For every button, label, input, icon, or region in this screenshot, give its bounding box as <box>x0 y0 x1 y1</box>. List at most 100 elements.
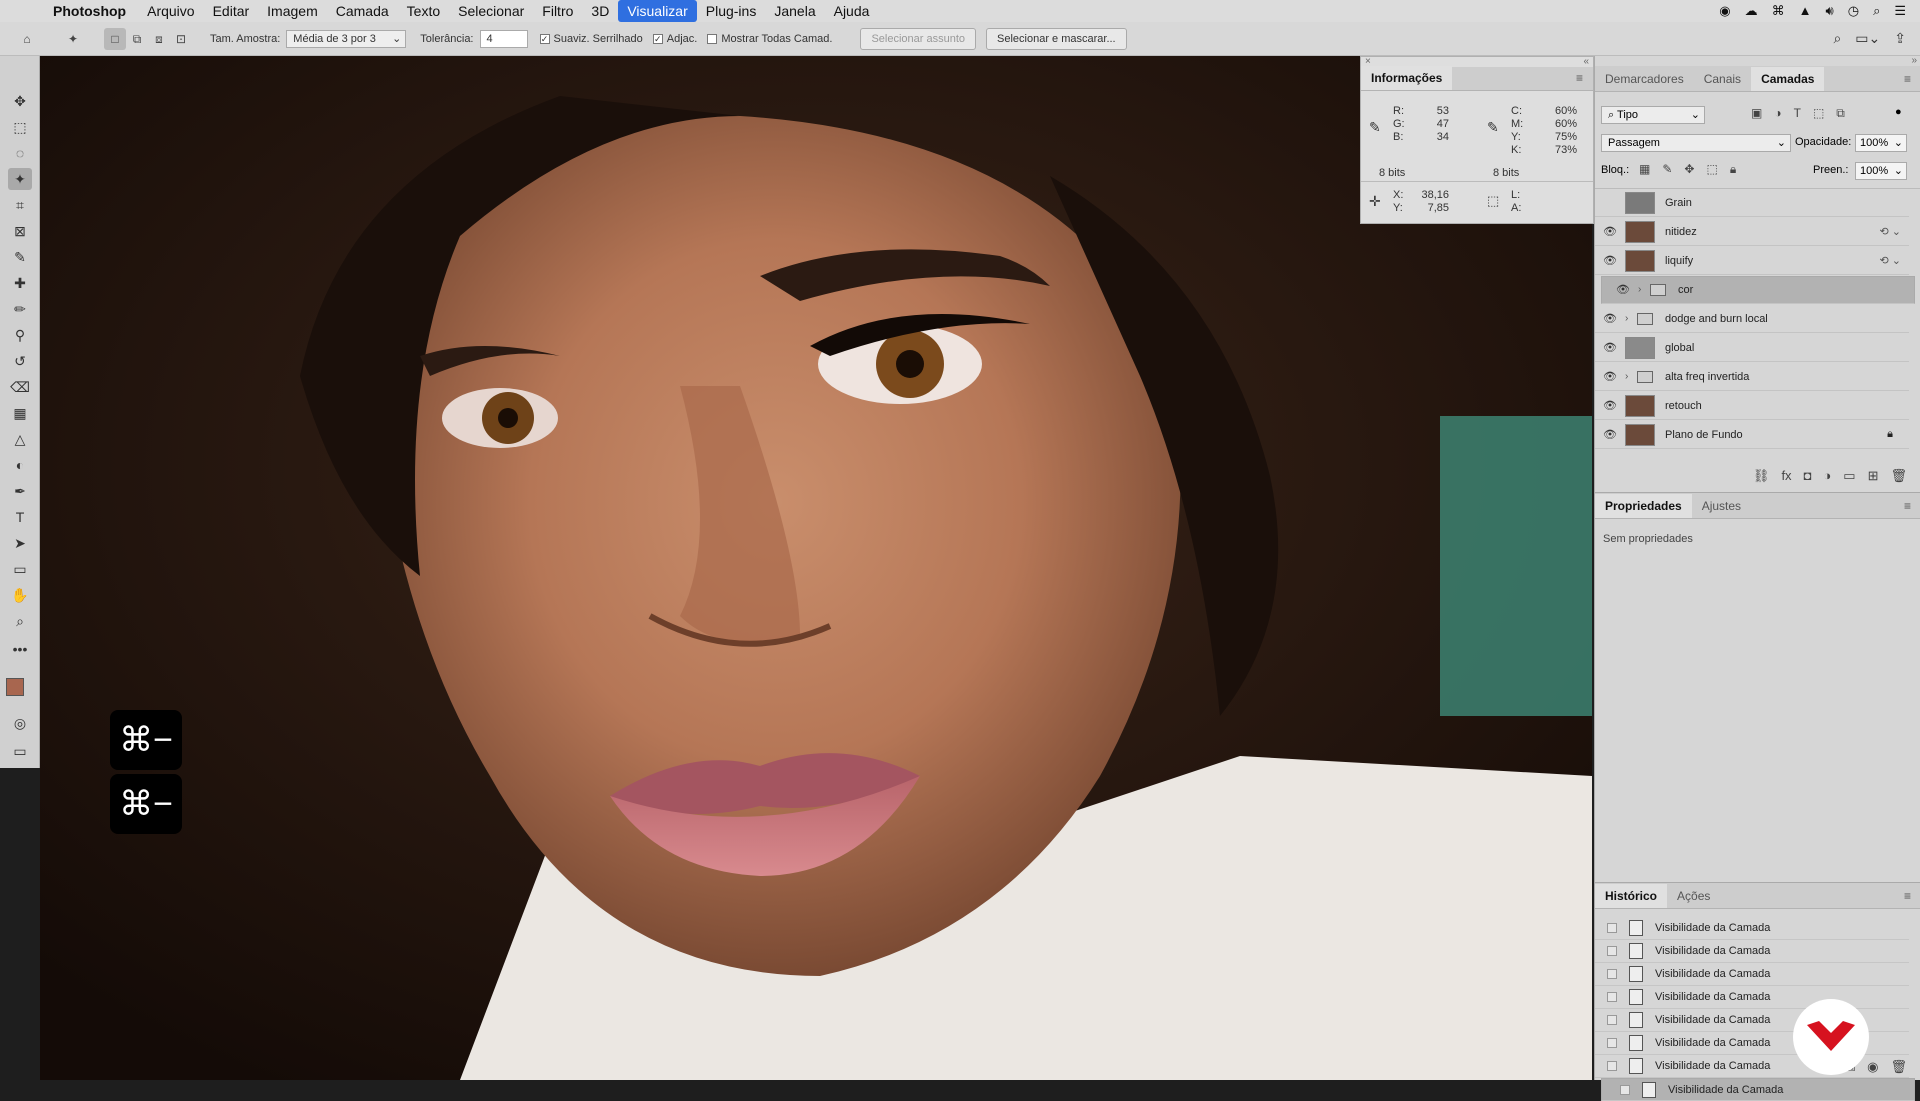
history-brush-source-checkbox[interactable] <box>1607 1038 1617 1048</box>
clock-icon[interactable]: ◷ <box>1848 3 1859 19</box>
tab-historico[interactable]: Histórico <box>1595 884 1668 908</box>
add-mask-icon[interactable]: ◘ <box>1804 468 1812 484</box>
layer-row-cor[interactable]: 👁︎ › cor <box>1601 276 1915 304</box>
tab-informacoes[interactable]: Informações <box>1361 66 1453 90</box>
tab-ajustes[interactable]: Ajustes <box>1692 494 1751 518</box>
adjustment-filter-icon[interactable]: ◑ <box>1774 106 1781 121</box>
intersect-selection-icon[interactable]: ⊡ <box>170 28 192 50</box>
history-brush-source-checkbox[interactable] <box>1607 923 1617 933</box>
eye-icon[interactable]: 👁︎ <box>1595 399 1625 412</box>
marquee-tool-icon[interactable]: ⬚ <box>8 116 32 138</box>
creative-cloud-icon[interactable]: ☁ <box>1745 3 1758 19</box>
menu-arquivo[interactable]: Arquivo <box>138 0 203 22</box>
chevron-right-icon[interactable]: › <box>1625 371 1637 382</box>
fill-input[interactable]: 100% ⌄ <box>1855 162 1907 180</box>
select-subject-button[interactable]: Selecionar assunto <box>860 27 976 50</box>
search-icon[interactable]: ⌕ <box>1833 30 1841 47</box>
opacity-input[interactable]: 100% ⌄ <box>1855 134 1907 152</box>
smart-object-filter-icon[interactable]: ⧉ <box>1836 106 1845 121</box>
eye-icon[interactable]: 👁︎ <box>1608 282 1638 298</box>
workspace-icon[interactable]: ▭⌄ <box>1855 30 1880 47</box>
eye-icon[interactable]: 👁︎ <box>1595 254 1625 267</box>
lock-pixels-icon[interactable]: ✎ <box>1662 162 1672 177</box>
dodge-tool-icon[interactable]: ◐ <box>8 454 32 476</box>
history-brush-source-checkbox[interactable] <box>1607 969 1617 979</box>
eraser-tool-icon[interactable]: ⌫ <box>8 376 32 398</box>
menu-editar[interactable]: Editar <box>204 0 259 22</box>
tab-camadas[interactable]: Camadas <box>1751 67 1825 91</box>
menu-janela[interactable]: Janela <box>765 0 824 22</box>
menu-app-name[interactable]: Photoshop <box>44 0 138 22</box>
layer-row-nitidez[interactable]: 👁︎ nitidez ⟲ ⌄ <box>1595 218 1909 246</box>
tab-canais[interactable]: Canais <box>1694 67 1751 91</box>
chevron-right-icon[interactable]: › <box>1638 282 1650 298</box>
path-selection-tool-icon[interactable]: ➤ <box>8 532 32 554</box>
history-item[interactable]: Visibilidade da Camada <box>1595 963 1909 986</box>
type-filter-icon[interactable]: T <box>1794 106 1801 121</box>
shape-filter-icon[interactable]: ⬚ <box>1813 106 1824 121</box>
blend-mode-select[interactable]: Passagem ⌄ <box>1601 134 1791 152</box>
tab-demarcadores[interactable]: Demarcadores <box>1595 67 1694 91</box>
menu-texto[interactable]: Texto <box>398 0 449 22</box>
layer-row-plano-de-fundo[interactable]: 👁︎ Plano de Fundo 🔒︎ <box>1595 421 1909 449</box>
eye-icon[interactable]: 👁︎ <box>1595 341 1625 354</box>
quick-mask-icon[interactable]: ◎ <box>8 712 32 734</box>
lock-artboard-icon[interactable]: ⬚ <box>1706 162 1717 177</box>
trash-icon[interactable]: 🗑︎ <box>1890 1059 1907 1075</box>
layer-filter-select[interactable]: ⌕ Tipo ⌄ <box>1601 106 1705 124</box>
history-brush-source-checkbox[interactable] <box>1607 992 1617 1002</box>
eye-icon[interactable]: 👁︎ <box>1595 428 1625 441</box>
brush-tool-icon[interactable]: ✏ <box>8 298 32 320</box>
frame-tool-icon[interactable]: ⊠ <box>8 220 32 242</box>
tab-acoes[interactable]: Ações <box>1667 884 1720 908</box>
lock-transparency-icon[interactable]: ▦ <box>1639 162 1650 177</box>
gradient-tool-icon[interactable]: ▦ <box>8 402 32 424</box>
crop-tool-icon[interactable]: ⌗ <box>8 194 32 216</box>
clone-stamp-tool-icon[interactable]: ⚲ <box>8 324 32 346</box>
command-icon[interactable]: ⌘ <box>1772 3 1785 19</box>
eye-icon[interactable]: 👁︎ <box>1595 225 1625 238</box>
history-item[interactable]: Visibilidade da Camada <box>1601 1078 1915 1101</box>
menu-filtro[interactable]: Filtro <box>533 0 582 22</box>
blur-tool-icon[interactable]: △ <box>8 428 32 450</box>
healing-brush-tool-icon[interactable]: ✚ <box>8 272 32 294</box>
trash-icon[interactable]: 🗑︎ <box>1890 468 1907 484</box>
lock-position-icon[interactable]: ✥ <box>1684 162 1694 177</box>
control-center-icon[interactable]: ☰ <box>1894 3 1906 19</box>
history-brush-tool-icon[interactable]: ↺ <box>8 350 32 372</box>
new-group-icon[interactable]: ▭ <box>1843 468 1855 484</box>
all-layers-checkbox[interactable]: Mostrar Todas Camad. <box>707 33 832 45</box>
pixel-filter-icon[interactable]: ▣ <box>1751 106 1762 121</box>
layer-row-alta-freq-invertida[interactable]: 👁︎ › alta freq invertida <box>1595 363 1909 391</box>
lasso-tool-icon[interactable]: ◌ <box>8 142 32 164</box>
history-brush-source-checkbox[interactable] <box>1620 1084 1630 1095</box>
smart-filter-icon[interactable]: ⟲ ⌄ <box>1880 254 1910 267</box>
subtract-selection-icon[interactable]: ⧈ <box>148 28 170 50</box>
menu-visualizar[interactable]: Visualizar <box>618 0 697 22</box>
menu-3d[interactable]: 3D <box>582 0 618 22</box>
filter-toggle-icon[interactable]: ● <box>1895 106 1902 118</box>
layer-row-dodge-and-burn-local[interactable]: 👁︎ › dodge and burn local <box>1595 305 1909 333</box>
lock-all-icon[interactable]: 🔒︎ <box>1730 162 1736 177</box>
smart-filter-icon[interactable]: ⟲ ⌄ <box>1880 225 1910 238</box>
sample-size-select[interactable]: Média de 3 por 3 ⌄ <box>286 29 407 48</box>
tolerance-input[interactable]: 4 <box>479 29 528 48</box>
menu-camada[interactable]: Camada <box>327 0 398 22</box>
rectangle-tool-icon[interactable]: ▭ <box>8 558 32 580</box>
adjustment-layer-icon[interactable]: ◑ <box>1823 468 1831 484</box>
history-item[interactable]: Visibilidade da Camada <box>1595 940 1909 963</box>
select-and-mask-button[interactable]: Selecionar e mascarar... <box>986 27 1127 50</box>
add-selection-icon[interactable]: ⧉ <box>126 28 148 50</box>
menu-selecionar[interactable]: Selecionar <box>449 0 533 22</box>
fx-icon[interactable]: fx <box>1781 468 1791 484</box>
share-icon[interactable]: ⇪ <box>1894 30 1906 47</box>
link-layers-icon[interactable]: ⛓ <box>1753 468 1770 484</box>
foreground-color-swatch[interactable] <box>6 678 24 696</box>
eyedropper-tool-icon[interactable]: ✎ <box>8 246 32 268</box>
menu-ajuda[interactable]: Ajuda <box>825 0 879 22</box>
panel-menu-icon[interactable]: ≡ <box>1904 67 1920 91</box>
type-tool-icon[interactable]: T <box>8 506 32 528</box>
menu-imagem[interactable]: Imagem <box>258 0 327 22</box>
tab-propriedades[interactable]: Propriedades <box>1595 494 1692 518</box>
new-selection-icon[interactable]: □ <box>104 27 126 50</box>
